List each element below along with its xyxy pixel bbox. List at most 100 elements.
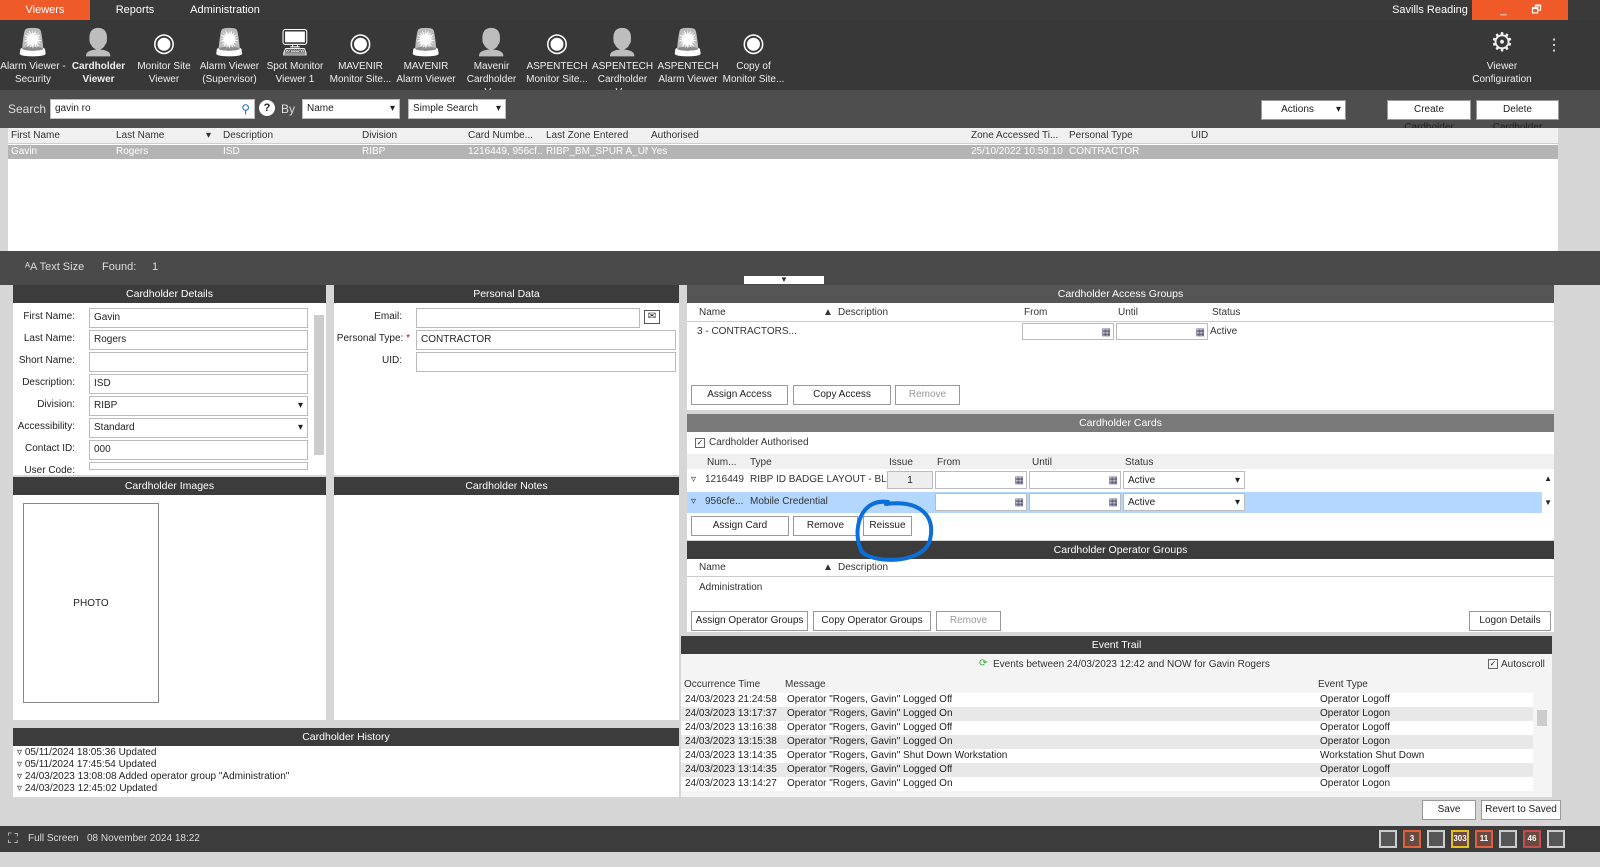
- history-item[interactable]: ▿ 24/03/2023 13:08:08 Added operator gro…: [17, 771, 289, 783]
- column-status[interactable]: Status: [1125, 456, 1153, 470]
- search-input[interactable]: gavin ro ⚲: [50, 99, 255, 119]
- alarm-counter[interactable]: [1499, 830, 1517, 848]
- ribbon-button[interactable]: 🚨 Alarm Viewer - Security: [0, 24, 66, 88]
- search-by-select[interactable]: Name: [302, 99, 400, 119]
- assign-card-button[interactable]: Assign Card: [691, 516, 789, 536]
- field-input[interactable]: RIBP: [89, 396, 308, 416]
- copy-access-button[interactable]: Copy Access: [793, 385, 891, 405]
- event-row[interactable]: 24/03/2023 13:14:27 Operator "Rogers, Gav…: [681, 777, 1533, 791]
- from-date-field[interactable]: ▦: [935, 471, 1027, 489]
- ribbon-button[interactable]: 🖥 Spot Monitor Viewer 1: [262, 24, 328, 88]
- event-row[interactable]: 24/03/2023 13:15:38 Operator "Rogers, Gav…: [681, 735, 1533, 749]
- personal-type-field[interactable]: CONTRACTOR: [416, 330, 676, 350]
- column-type[interactable]: Type: [750, 456, 772, 470]
- field-input[interactable]: Standard: [89, 418, 308, 438]
- column-header[interactable]: Zone Accessed Ti...: [968, 128, 1066, 144]
- status-select[interactable]: Active: [1123, 471, 1245, 490]
- email-field[interactable]: [416, 308, 640, 328]
- field-input[interactable]: [89, 352, 308, 372]
- ribbon-button[interactable]: ◉ Monitor Site Viewer: [131, 24, 197, 88]
- actions-button[interactable]: Actions: [1261, 100, 1346, 120]
- minimize-button[interactable]: _: [1488, 0, 1518, 20]
- text-size-button[interactable]: ᴬA Text Size: [25, 261, 84, 273]
- assign-operator-groups-button[interactable]: Assign Operator Groups: [691, 611, 808, 631]
- remove-operator-group-button[interactable]: Remove: [936, 611, 1001, 631]
- create-cardholder-button[interactable]: Create Cardholder: [1387, 100, 1471, 133]
- column-header[interactable]: Personal Type: [1066, 128, 1188, 144]
- restore-button[interactable]: 🗗: [1522, 0, 1552, 20]
- event-scrollbar[interactable]: [1537, 698, 1547, 788]
- column-header[interactable]: Authorised: [648, 128, 968, 144]
- column-issue[interactable]: Issue: [889, 456, 913, 470]
- uid-field[interactable]: [416, 352, 676, 372]
- column-event-type[interactable]: Event Type: [1318, 678, 1368, 692]
- expand-icon[interactable]: ▿: [691, 495, 696, 509]
- column-message[interactable]: Message: [785, 678, 826, 692]
- column-name[interactable]: Name: [699, 306, 726, 320]
- search-mode-select[interactable]: Simple Search: [408, 99, 506, 119]
- ribbon-button[interactable]: ◉ Copy of Monitor Site...: [721, 24, 787, 88]
- status-select[interactable]: Active: [1123, 493, 1245, 512]
- calendar-icon[interactable]: ▦: [1109, 494, 1118, 512]
- alarm-counter[interactable]: [1379, 830, 1397, 848]
- calendar-icon[interactable]: ▦: [1015, 472, 1024, 490]
- column-name[interactable]: Name: [699, 561, 726, 575]
- tab-administration[interactable]: Administration: [180, 0, 270, 20]
- calendar-icon[interactable]: ▦: [1015, 494, 1024, 512]
- field-input[interactable]: 000: [89, 440, 308, 460]
- card-row[interactable]: ▿ 956cfe... Mobile Credential ▦ ▦ Active: [687, 492, 1542, 513]
- column-description[interactable]: Description: [838, 306, 888, 320]
- until-date-field[interactable]: ▦: [1116, 323, 1208, 340]
- remove-access-button[interactable]: Remove: [895, 385, 960, 405]
- authorised-checkbox[interactable]: ✓: [695, 438, 705, 448]
- revert-to-saved-button[interactable]: Revert to Saved: [1481, 800, 1561, 820]
- delete-cardholder-button[interactable]: Delete Cardholder: [1476, 100, 1559, 133]
- autoscroll-checkbox[interactable]: ✓: [1488, 659, 1498, 669]
- scroll-up-icon[interactable]: ▲: [1544, 474, 1552, 483]
- column-header[interactable]: Description: [220, 128, 359, 144]
- search-icon[interactable]: ⚲: [241, 100, 250, 118]
- fullscreen-icon[interactable]: ⛶: [8, 831, 18, 845]
- ribbon-button[interactable]: 🚨 ASPENTECH Alarm Viewer: [655, 24, 721, 88]
- refresh-icon[interactable]: ⟳: [979, 658, 987, 669]
- field-input[interactable]: ISD: [89, 374, 308, 394]
- from-date-field[interactable]: ▦: [1022, 323, 1114, 340]
- event-row[interactable]: 24/03/2023 21:24:58 Operator "Rogers, Gav…: [681, 693, 1533, 707]
- column-from[interactable]: From: [937, 456, 960, 470]
- column-header[interactable]: Last Name: [113, 128, 220, 144]
- column-header[interactable]: Last Zone Entered: [543, 128, 648, 144]
- column-header[interactable]: UID: [1188, 128, 1558, 144]
- save-button[interactable]: Save: [1422, 800, 1476, 820]
- ribbon-button[interactable]: 👤Mavenir Cardholder V...: [459, 24, 525, 99]
- copy-operator-groups-button[interactable]: Copy Operator Groups: [813, 611, 931, 631]
- expand-icon[interactable]: ▿: [17, 747, 25, 758]
- column-status[interactable]: Status: [1212, 306, 1240, 320]
- ribbon-button[interactable]: ◉ MAVENIR Monitor Site...: [328, 24, 394, 88]
- scrollbar[interactable]: [314, 315, 324, 455]
- history-item[interactable]: ▿ 05/11/2024 18:05:36 Updated: [17, 747, 289, 759]
- issue-field[interactable]: 1: [887, 471, 933, 489]
- more-options-icon[interactable]: ⋮: [1546, 38, 1562, 54]
- fullscreen-label[interactable]: Full Screen: [28, 833, 79, 844]
- alarm-counter[interactable]: 11: [1475, 830, 1493, 848]
- ribbon-button[interactable]: 👤ASPENTECH Cardholder V...: [590, 24, 656, 99]
- calendar-icon[interactable]: ▦: [1109, 472, 1118, 490]
- scroll-down-icon[interactable]: ▼: [1544, 498, 1552, 507]
- alarm-counter[interactable]: 303: [1451, 830, 1469, 848]
- splitter-handle[interactable]: ▼: [744, 276, 824, 284]
- help-icon[interactable]: ?: [259, 100, 275, 116]
- ribbon-button[interactable]: ◉ ASPENTECH Monitor Site...: [524, 24, 590, 88]
- table-row[interactable]: Gavin Rogers ISD RIBP 1216449, 956cf... RIBP_…: [8, 145, 1558, 159]
- calendar-icon[interactable]: ▦: [1102, 324, 1111, 342]
- alarm-counter[interactable]: [1427, 830, 1445, 848]
- assign-access-button[interactable]: Assign Access: [691, 385, 788, 405]
- tab-viewers[interactable]: Viewers: [0, 0, 90, 20]
- field-input[interactable]: Gavin: [89, 308, 308, 328]
- viewer-configuration-button[interactable]: ⚙ Viewer Configuration: [1469, 24, 1535, 88]
- logon-details-button[interactable]: Logon Details: [1469, 611, 1551, 631]
- card-row[interactable]: ▿ 1216449 RIBP ID BADGE LAYOUT - BLUE 1 ▦ ▦ Ac…: [687, 470, 1542, 491]
- column-occurrence-time[interactable]: Occurrence Time: [684, 678, 760, 692]
- tab-reports[interactable]: Reports: [100, 0, 170, 20]
- column-until[interactable]: Until: [1032, 456, 1052, 470]
- ribbon-button[interactable]: 🚨 Alarm Viewer (Supervisor): [197, 24, 263, 88]
